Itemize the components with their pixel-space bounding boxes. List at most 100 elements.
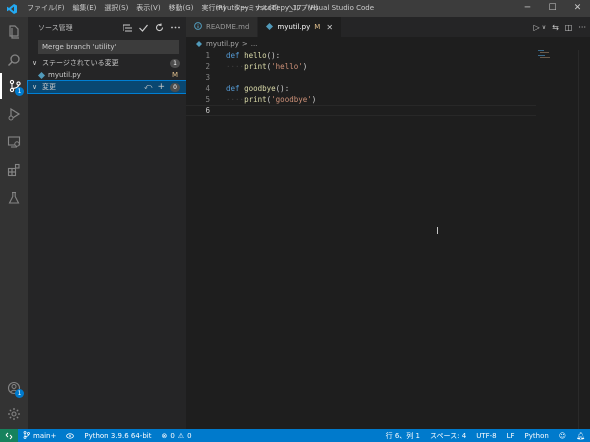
- menu-go[interactable]: 移動(G): [165, 0, 198, 17]
- status-bar: main+ Python 3.9.6 64-bit ⊗ 0 ⚠ 0 行 6、列 1 …: [0, 429, 590, 442]
- language-mode[interactable]: Python: [520, 431, 554, 441]
- maximize-button[interactable]: ☐: [540, 0, 565, 17]
- code-token: ····: [226, 95, 245, 104]
- code-line[interactable]: 2 ···· print('hello'): [186, 61, 536, 72]
- vscode-logo-icon: [4, 0, 20, 17]
- accounts-icon[interactable]: 1: [0, 375, 28, 401]
- indentation[interactable]: スペース: 4: [425, 431, 471, 441]
- code-line[interactable]: 4 def goodbye ():: [186, 83, 536, 94]
- panel-title: ソース管理: [38, 23, 73, 32]
- breadcrumb: myutil.py > ...: [186, 37, 590, 50]
- search-icon[interactable]: [0, 47, 28, 73]
- remote-indicator-icon[interactable]: [0, 429, 18, 442]
- source-control-icon[interactable]: 1: [0, 73, 28, 99]
- close-tab-icon[interactable]: ✕: [326, 23, 333, 32]
- tab-myutil[interactable]: myutil.py M ✕: [258, 17, 343, 37]
- more-actions-icon[interactable]: [170, 23, 180, 33]
- code-line[interactable]: 6: [186, 105, 536, 116]
- stage-all-icon[interactable]: +: [157, 82, 165, 92]
- code-token: ():: [266, 51, 281, 60]
- code-line[interactable]: 3: [186, 72, 536, 83]
- menu-edit[interactable]: 編集(E): [69, 0, 101, 17]
- python-icon: [266, 22, 274, 32]
- changes-group[interactable]: ∨ 変更 ⤺ + 0: [27, 80, 187, 94]
- code-token: 'goodbye': [271, 95, 312, 104]
- remote-explorer-icon[interactable]: [0, 129, 28, 155]
- editor-more-icon[interactable]: ···: [578, 23, 586, 32]
- mouse-cursor-icon: I: [436, 226, 439, 237]
- close-window-button[interactable]: ✕: [565, 0, 590, 17]
- run-dropdown-chevron-icon[interactable]: ∨: [542, 24, 546, 31]
- cursor-position[interactable]: 行 6、列 1: [381, 431, 425, 441]
- run-python-icon[interactable]: ▷: [534, 23, 540, 32]
- panel-toolbar: [122, 23, 180, 33]
- scm-badge: 1: [15, 87, 24, 96]
- editor-tabs: README.md myutil.py M ✕ ▷ ∨ ⇆ ◫ ···: [186, 17, 590, 37]
- code-token: ····: [226, 62, 245, 71]
- open-changes-icon[interactable]: ⇆: [552, 23, 559, 32]
- line-number: 3: [205, 73, 210, 82]
- commit-message-input[interactable]: Merge branch 'utility': [38, 40, 179, 54]
- menu-file[interactable]: ファイル(F): [23, 0, 69, 17]
- sync-icon[interactable]: [61, 432, 79, 439]
- end-of-line[interactable]: LF: [502, 431, 520, 441]
- menu-run[interactable]: 実行(R): [197, 0, 229, 17]
- minimap[interactable]: [538, 50, 552, 60]
- code-line[interactable]: 5 ···· print('goodbye'): [186, 94, 536, 105]
- changes-count-badge: 0: [170, 82, 180, 92]
- menu-view[interactable]: 表示(V): [132, 0, 164, 17]
- line-number: 4: [205, 84, 210, 93]
- breadcrumb-symbol[interactable]: ...: [251, 40, 258, 48]
- line-number: 2: [205, 62, 210, 71]
- view-as-tree-icon[interactable]: [122, 23, 132, 33]
- chevron-down-icon: ∨: [32, 83, 38, 91]
- accounts-badge: 1: [15, 389, 24, 398]
- python-icon: [196, 40, 202, 47]
- editor-area: README.md myutil.py M ✕ ▷ ∨ ⇆ ◫ ··· myut…: [186, 17, 590, 429]
- staged-count-badge: 1: [170, 58, 180, 68]
- file-status-badge: M: [171, 71, 178, 79]
- encoding[interactable]: UTF-8: [471, 431, 501, 441]
- modified-indicator: M: [314, 23, 321, 31]
- extensions-icon[interactable]: [0, 157, 28, 183]
- code-token: 'hello': [271, 62, 303, 71]
- explorer-icon[interactable]: [0, 19, 28, 45]
- staged-changes-label: ステージされている変更: [42, 59, 119, 67]
- branch-name: main+: [33, 431, 57, 440]
- notifications-bell-icon[interactable]: 🔔︎: [571, 431, 590, 441]
- discard-all-icon[interactable]: ⤺: [144, 82, 153, 92]
- refresh-icon[interactable]: [154, 23, 164, 33]
- menu-terminal[interactable]: ターミナル(T): [230, 0, 283, 17]
- code-token: def: [226, 51, 245, 60]
- menu-selection[interactable]: 選択(S): [100, 0, 132, 17]
- problems-status[interactable]: ⊗ 0 ⚠ 0: [156, 432, 196, 440]
- source-control-panel: ソース管理 Merge branch 'utility' ∨ ステージされている…: [27, 17, 187, 429]
- python-interpreter[interactable]: Python 3.9.6 64-bit: [79, 432, 156, 440]
- editor-scrollbar[interactable]: [578, 50, 590, 429]
- line-number: 1: [205, 51, 210, 60]
- settings-gear-icon[interactable]: [0, 401, 28, 427]
- breadcrumb-file[interactable]: myutil.py: [206, 40, 239, 48]
- tab-readme[interactable]: README.md: [186, 17, 259, 37]
- code-line[interactable]: 1 def hello ():: [186, 50, 536, 61]
- minimize-button[interactable]: ─: [515, 0, 540, 17]
- line-number: 5: [205, 95, 210, 104]
- testing-flask-icon[interactable]: [0, 185, 28, 211]
- code-token: print: [244, 95, 267, 104]
- error-count: 0: [170, 431, 175, 440]
- code-token: hello: [244, 51, 267, 60]
- staged-file-row[interactable]: myutil.py M: [28, 69, 186, 81]
- commit-check-icon[interactable]: [138, 23, 148, 33]
- code-token: ): [302, 62, 308, 71]
- menu-bar: ファイル(F) 編集(E) 選択(S) 表示(V) 移動(G) 実行(R) ター…: [23, 0, 322, 17]
- staged-changes-group[interactable]: ∨ ステージされている変更 1: [28, 57, 186, 69]
- code-editor[interactable]: 1 def hello (): 2 ···· print('hello') 3 4 def go…: [186, 50, 536, 116]
- feedback-icon[interactable]: ☺: [554, 431, 571, 441]
- code-token: goodbye: [244, 84, 276, 93]
- run-debug-icon[interactable]: [0, 101, 28, 127]
- python-file-icon: [38, 71, 48, 79]
- menu-help[interactable]: ヘルプ(H): [283, 0, 323, 17]
- title-bar: ファイル(F) 編集(E) 選択(S) 表示(V) 移動(G) 実行(R) ター…: [0, 0, 590, 17]
- split-editor-icon[interactable]: ◫: [565, 23, 573, 32]
- branch-status[interactable]: main+: [18, 430, 61, 441]
